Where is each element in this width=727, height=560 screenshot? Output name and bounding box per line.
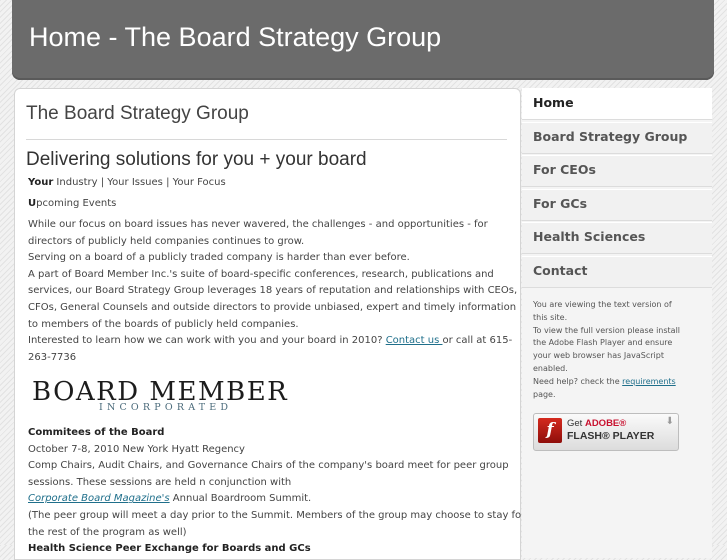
nav-item-home[interactable]: Home xyxy=(522,88,712,120)
committees-note-line: (The peer group will meet a day prior to… xyxy=(28,510,526,521)
focus-line: Your Industry | Your Issues | Your Focus xyxy=(28,175,226,192)
main-content: The Board Strategy Group Delivering solu… xyxy=(14,88,525,560)
site-title: Home - The Board Strategy Group xyxy=(29,22,442,52)
nav-item-label: Contact xyxy=(533,262,588,278)
flash-notice-line: your web browser has JavaScript xyxy=(533,351,664,361)
committees-heading: Commitees of the Board xyxy=(28,425,164,442)
committees-paragraph-line: sessions. These sessions are held n conj… xyxy=(28,476,292,488)
contact-paragraph-text: Interested to learn how we can work with… xyxy=(28,335,386,347)
nav-item-label: Board Strategy Group xyxy=(533,128,688,144)
nav-item-contact[interactable]: Contact xyxy=(522,255,712,288)
about-paragraph-line: to members of the boards of publicly hel… xyxy=(28,318,299,330)
focus-line-bold: Your xyxy=(28,177,54,188)
committees-date: October 7-8, 2010 New York Hyatt Regency xyxy=(28,443,245,455)
download-arrow-icon: ⬇ xyxy=(665,416,674,427)
flash-notice-line: the Adobe Flash Player and ensure xyxy=(533,338,673,348)
flash-logo-icon: f xyxy=(538,418,562,443)
nav-item-health-sciences[interactable]: Health Sciences xyxy=(522,222,712,254)
flash-get-label: Get ADOBE® xyxy=(567,418,626,429)
about-paragraph-line: A part of Board Member Inc.'s suite of b… xyxy=(28,268,494,280)
summit-line: Corporate Board Magazine's Annual Boardr… xyxy=(28,491,311,508)
corporate-board-magazine-link[interactable]: Corporate Board Magazine's xyxy=(28,493,170,504)
help-line-text: Need help? check the xyxy=(533,376,623,386)
nav-item-label: Home xyxy=(533,95,574,110)
contact-paragraph: Interested to learn how we can work with… xyxy=(28,333,512,350)
events-line-bold: U xyxy=(28,198,37,209)
flash-adobe-text: ADOBE® xyxy=(584,418,627,429)
flash-player-label: FLASH® PLAYER xyxy=(567,430,655,442)
contact-paragraph-tail: or call at 615- xyxy=(442,335,513,347)
logo-subtitle: INCORPORATED xyxy=(99,402,233,413)
page-subtitle: Delivering solutions for you + your boar… xyxy=(26,149,367,170)
focus-line-text: Industry | Your Issues | Your Focus xyxy=(53,177,226,188)
committees-paragraph-line: Comp Chairs, Audit Chairs, and Governanc… xyxy=(28,460,509,472)
flash-notice-line: To view the full version please install xyxy=(533,325,681,335)
title-divider xyxy=(26,139,507,140)
health-science-heading: Health Science Peer Exchange for Boards … xyxy=(28,541,311,558)
help-line: Need help? check the requirements xyxy=(533,376,676,389)
about-paragraph-line: CFOs, General Counsels and outside direc… xyxy=(28,302,517,313)
flash-notice-line: enabled. xyxy=(533,364,568,373)
contact-us-link[interactable]: Contact us xyxy=(386,335,443,346)
nav-item-board-strategy-group[interactable]: Board Strategy Group xyxy=(522,121,712,154)
nav-item-label: Health Sciences xyxy=(533,229,646,244)
nav-item-for-ceos[interactable]: For CEOs xyxy=(522,155,712,187)
intro-paragraph-line: directors of publicly held companies con… xyxy=(28,235,305,247)
page-title: The Board Strategy Group xyxy=(26,103,249,124)
phone-number: 263-7736 xyxy=(28,351,77,363)
board-member-logo: BOARD MEMBER INCORPORATED xyxy=(32,377,322,417)
get-flash-player-button[interactable]: f Get ADOBE® FLASH® PLAYER ⬇ xyxy=(533,413,679,451)
site-header: Home - The Board Strategy Group xyxy=(12,0,714,80)
committees-note-line: the rest of the program as well) xyxy=(28,526,187,538)
help-line-end: page. xyxy=(533,389,556,399)
about-paragraph-line: services, our Board Strategy Group lever… xyxy=(28,285,518,297)
intro-paragraph-line: While our focus on board issues has neve… xyxy=(28,219,488,230)
serving-paragraph: Serving on a board of a publicly traded … xyxy=(28,252,410,264)
flash-get-text: Get xyxy=(567,418,585,429)
requirements-link[interactable]: requirements xyxy=(622,377,676,386)
summit-line-text: Annual Boardroom Summit. xyxy=(169,493,312,505)
sidebar: Home Board Strategy Group For CEOs For G… xyxy=(522,88,712,558)
flash-notice-line: You are viewing the text version of xyxy=(533,300,672,309)
flash-notice-line: this site. xyxy=(533,312,568,322)
events-line: Upcoming Events xyxy=(28,196,116,213)
nav-item-label: For GCs xyxy=(533,195,588,211)
committees-heading-text: Commitees of the Board xyxy=(28,427,165,438)
nav-item-label: For CEOs xyxy=(533,162,596,177)
nav-item-for-gcs[interactable]: For GCs xyxy=(522,188,712,221)
events-line-text: pcoming Events xyxy=(36,198,117,209)
